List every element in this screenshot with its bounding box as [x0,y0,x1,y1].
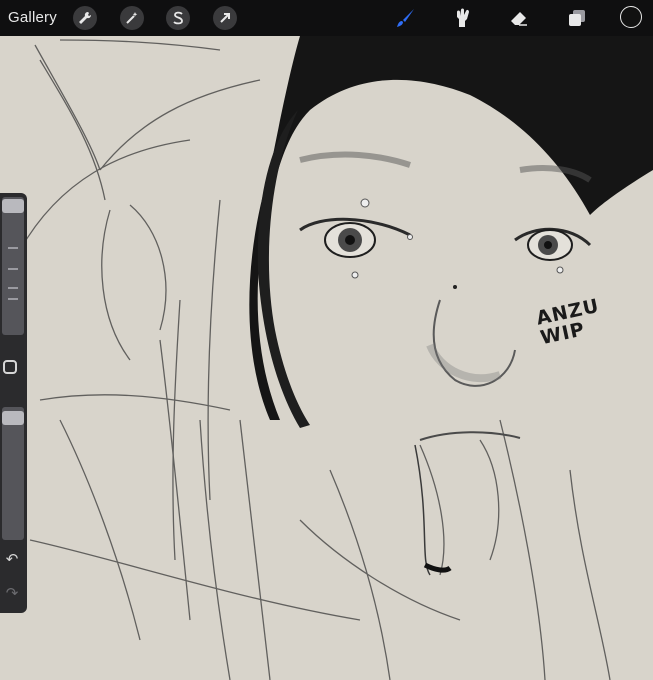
transform-arrow-icon[interactable] [213,6,237,30]
selection-s-icon[interactable] [166,6,190,30]
slider-tick [8,287,18,289]
color-picker-swatch[interactable] [620,6,642,28]
brush-size-slider-thumb[interactable] [2,199,24,213]
wrench-icon[interactable] [73,6,97,30]
modify-button[interactable] [3,360,17,374]
magic-wand-icon[interactable] [120,6,144,30]
slider-tick [8,298,18,300]
brush-icon[interactable] [392,6,418,30]
undo-icon[interactable]: ↶ [2,551,22,569]
brush-opacity-slider[interactable] [2,407,24,540]
slider-tick [8,268,18,270]
brush-size-slider[interactable] [2,197,24,335]
layers-icon[interactable] [564,6,590,30]
brush-opacity-slider-thumb[interactable] [2,411,24,425]
eraser-icon[interactable] [506,6,532,30]
redo-icon[interactable]: ↷ [2,585,22,603]
gallery-button[interactable]: Gallery [8,9,57,26]
smudge-icon[interactable] [449,6,475,30]
left-sidebar: ↶ ↷ [0,193,27,613]
top-toolbar: Gallery [0,0,653,36]
slider-tick [8,247,18,249]
